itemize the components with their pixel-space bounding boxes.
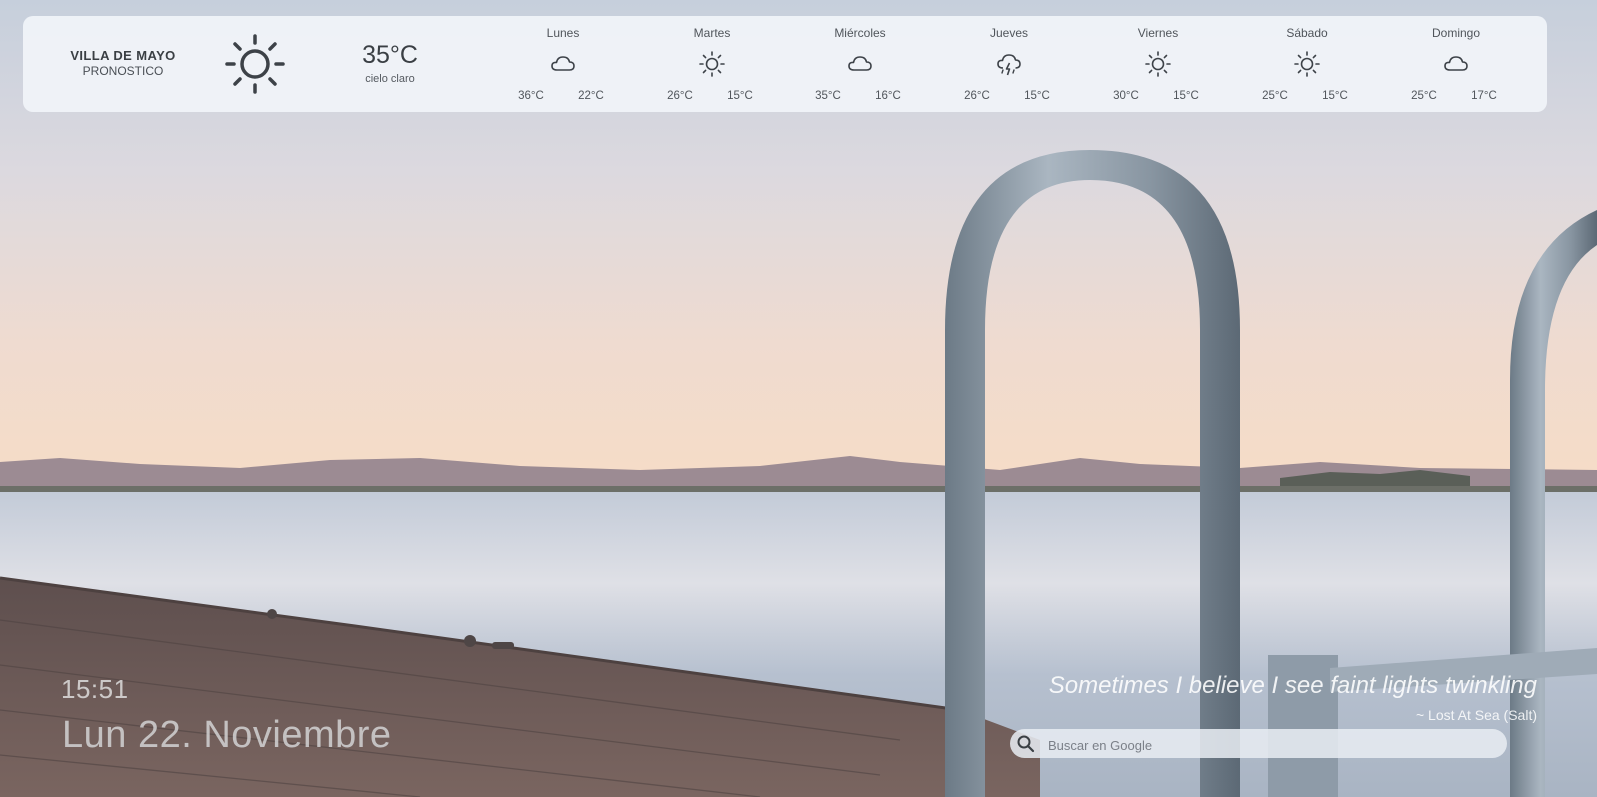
day-high-temp: 36°C <box>518 90 544 102</box>
location-name: VILLA DE MAYO <box>70 48 176 63</box>
thunderstorm-icon <box>997 54 1021 76</box>
cloud-icon <box>551 56 575 71</box>
day-low-temp: 15°C <box>727 90 753 102</box>
forecast-day-domingo: Domingo 25°C 17°C <box>1396 16 1516 112</box>
forecast-day-viernes: Viernes 30°C 15°C <box>1098 16 1218 112</box>
day-low-temp: 22°C <box>578 90 604 102</box>
day-low-temp: 16°C <box>875 90 901 102</box>
forecast-subtitle: PRONOSTICO <box>82 64 164 78</box>
clock-time: 15:51 <box>61 674 129 704</box>
sun-icon <box>225 34 285 94</box>
day-low-temp: 15°C <box>1322 90 1348 102</box>
day-name: Viernes <box>1137 26 1179 40</box>
clock-date: Lun 22. Noviembre <box>62 714 392 756</box>
forecast-day-sabado: Sábado 25°C 15°C <box>1247 16 1367 112</box>
search-icon[interactable] <box>1016 734 1035 753</box>
day-high-temp: 35°C <box>815 90 841 102</box>
forecast-day-miercoles: Miércoles 35°C 16°C <box>800 16 920 112</box>
day-name: Martes <box>693 26 731 40</box>
day-high-temp: 26°C <box>667 90 693 102</box>
forecast-day-lunes: Lunes 36°C 22°C <box>503 16 623 112</box>
day-high-temp: 26°C <box>964 90 990 102</box>
day-high-temp: 25°C <box>1262 90 1288 102</box>
day-high-temp: 25°C <box>1411 90 1437 102</box>
sun-icon <box>1294 51 1320 77</box>
location-block: VILLA DE MAYO PRONOSTICO <box>67 48 179 78</box>
google-search-box[interactable] <box>1010 729 1507 758</box>
quote-text: Sometimes I believe I see faint lights t… <box>1048 672 1537 699</box>
sun-icon <box>1145 51 1171 77</box>
day-name: Miércoles <box>834 26 886 40</box>
current-condition: cielo claro <box>365 73 415 85</box>
current-temperature: 35°C <box>362 41 418 69</box>
search-input[interactable] <box>1046 734 1490 756</box>
day-name: Lunes <box>546 26 580 40</box>
quote-source: ~ Lost At Sea (Salt) <box>1415 707 1537 723</box>
sun-icon <box>699 51 725 77</box>
cloud-icon <box>848 56 872 71</box>
day-low-temp: 15°C <box>1173 90 1199 102</box>
day-low-temp: 15°C <box>1024 90 1050 102</box>
cloud-icon <box>1444 56 1468 71</box>
forecast-day-martes: Martes 26°C 15°C <box>652 16 772 112</box>
day-name: Jueves <box>989 26 1029 40</box>
forecast-day-jueves: Jueves 26°C 15°C <box>949 16 1069 112</box>
day-name: Domingo <box>1431 26 1481 40</box>
new-tab-page: VILLA DE MAYO PRONOSTICO 35°C cielo clar… <box>0 0 1597 797</box>
day-low-temp: 17°C <box>1471 90 1497 102</box>
day-name: Sábado <box>1286 26 1328 40</box>
weather-forecast-panel: VILLA DE MAYO PRONOSTICO 35°C cielo clar… <box>23 16 1547 112</box>
day-high-temp: 30°C <box>1113 90 1139 102</box>
